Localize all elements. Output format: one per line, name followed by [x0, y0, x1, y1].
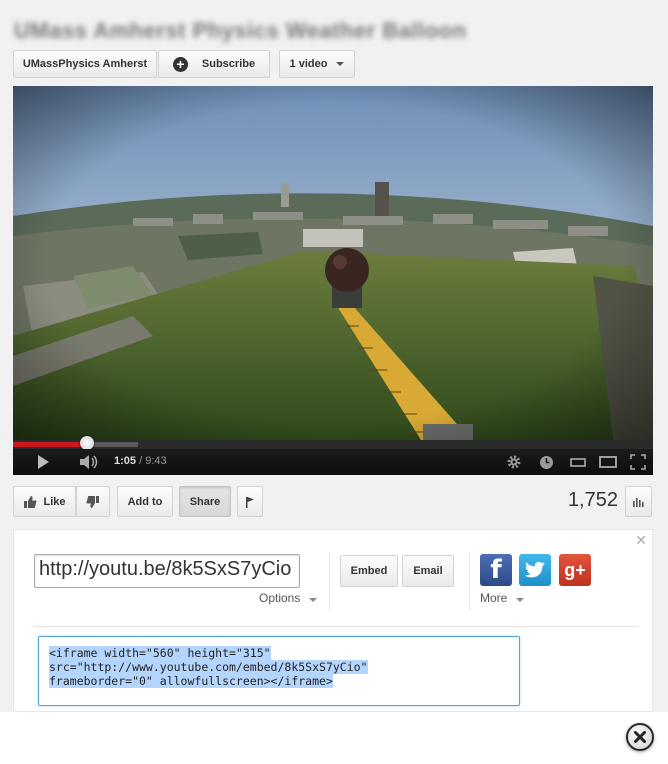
large-player-icon — [599, 456, 617, 468]
twitter-share-button[interactable] — [519, 554, 551, 586]
divider — [329, 552, 330, 610]
more-label: More — [480, 591, 508, 605]
like-button[interactable]: Like — [13, 486, 76, 517]
options-label: Options — [259, 591, 301, 605]
short-url-field[interactable]: http://youtu.be/8k5SxS7yCio — [34, 554, 300, 588]
share-panel: ✕ http://youtu.be/8k5SxS7yCio Options Em… — [13, 529, 653, 712]
view-count: 1,752 — [567, 489, 618, 511]
google-plus-share-button[interactable]: g+ — [559, 554, 591, 586]
watch-frame: UMass Amherst Physics Weather Balloon UM… — [0, 0, 668, 712]
clock-icon — [539, 455, 553, 469]
watch-later-button[interactable] — [533, 449, 559, 475]
video-player[interactable] — [13, 86, 653, 440]
played-bar — [13, 442, 87, 447]
like-label: Like — [43, 495, 66, 508]
flag-icon — [246, 496, 254, 508]
thumbs-down-icon — [86, 495, 99, 508]
player-controls: 1:05 / 9:43 — [13, 449, 653, 475]
fullscreen-button[interactable] — [625, 449, 651, 475]
embed-label: Embed — [350, 565, 388, 577]
scrubber-handle[interactable] — [79, 436, 94, 450]
fullscreen-icon — [630, 454, 646, 470]
small-player-icon — [570, 458, 586, 467]
divider — [469, 552, 470, 610]
play-button[interactable] — [25, 449, 61, 475]
channel-button[interactable]: UMassPhysics Amherst — [13, 50, 157, 78]
bar-chart-icon — [632, 497, 644, 507]
share-label: Share — [189, 495, 221, 508]
time-display: 1:05 / 9:43 — [114, 455, 167, 467]
duration: / 9:43 — [139, 455, 167, 467]
share-button[interactable]: Share — [179, 486, 231, 517]
videos-dropdown[interactable]: 1 video — [279, 50, 355, 78]
email-label: Email — [413, 565, 443, 577]
facebook-icon: f — [490, 555, 502, 585]
chevron-down-icon — [308, 598, 317, 602]
lightbox-close-button[interactable] — [626, 723, 654, 751]
volume-icon — [80, 455, 98, 469]
channel-name: UMassPhysics Amherst — [22, 58, 148, 70]
large-player-button[interactable] — [595, 449, 621, 475]
video-title: UMass Amherst Physics Weather Balloon — [14, 18, 467, 43]
dislike-button[interactable] — [76, 486, 110, 517]
play-icon — [38, 455, 49, 469]
plus-icon: + — [172, 56, 188, 72]
add-to-button[interactable]: Add to — [117, 486, 173, 517]
embed-code-line: frameborder="0" allowfullscreen></iframe… — [49, 674, 333, 688]
volume-button[interactable] — [75, 449, 103, 475]
subscribe-button[interactable]: + Subscribe — [158, 50, 270, 78]
divider — [34, 626, 638, 627]
close-icon — [634, 731, 646, 743]
chevron-down-icon — [515, 598, 524, 602]
videos-label: 1 video — [289, 58, 328, 70]
chevron-down-icon — [336, 62, 345, 66]
close-icon[interactable]: ✕ — [635, 532, 647, 549]
google-plus-icon: g+ — [564, 559, 586, 580]
small-player-button[interactable] — [565, 449, 591, 475]
embed-code-textarea[interactable]: <iframe width="560" height="315" src="ht… — [38, 636, 520, 706]
embed-button[interactable]: Embed — [340, 555, 398, 587]
email-button[interactable]: Email — [402, 555, 454, 587]
gear-icon — [507, 455, 521, 469]
thumbs-up-icon — [24, 495, 37, 508]
embed-code-line: src="http://www.youtube.com/embed/8k5SxS… — [49, 660, 368, 674]
options-link[interactable]: Options — [259, 591, 317, 605]
embed-code-line: <iframe width="560" height="315" — [49, 646, 271, 660]
current-time: 1:05 — [114, 455, 137, 467]
stats-button[interactable] — [625, 486, 652, 517]
facebook-share-button[interactable]: f — [480, 554, 512, 586]
video-frame-image — [13, 86, 653, 440]
progress-bar[interactable] — [13, 436, 653, 450]
settings-button[interactable] — [501, 449, 527, 475]
subscribe-label: Subscribe — [201, 58, 256, 70]
add-to-label: Add to — [127, 495, 163, 508]
twitter-icon — [524, 561, 545, 578]
more-link[interactable]: More — [480, 591, 524, 605]
flag-button[interactable] — [237, 486, 263, 517]
